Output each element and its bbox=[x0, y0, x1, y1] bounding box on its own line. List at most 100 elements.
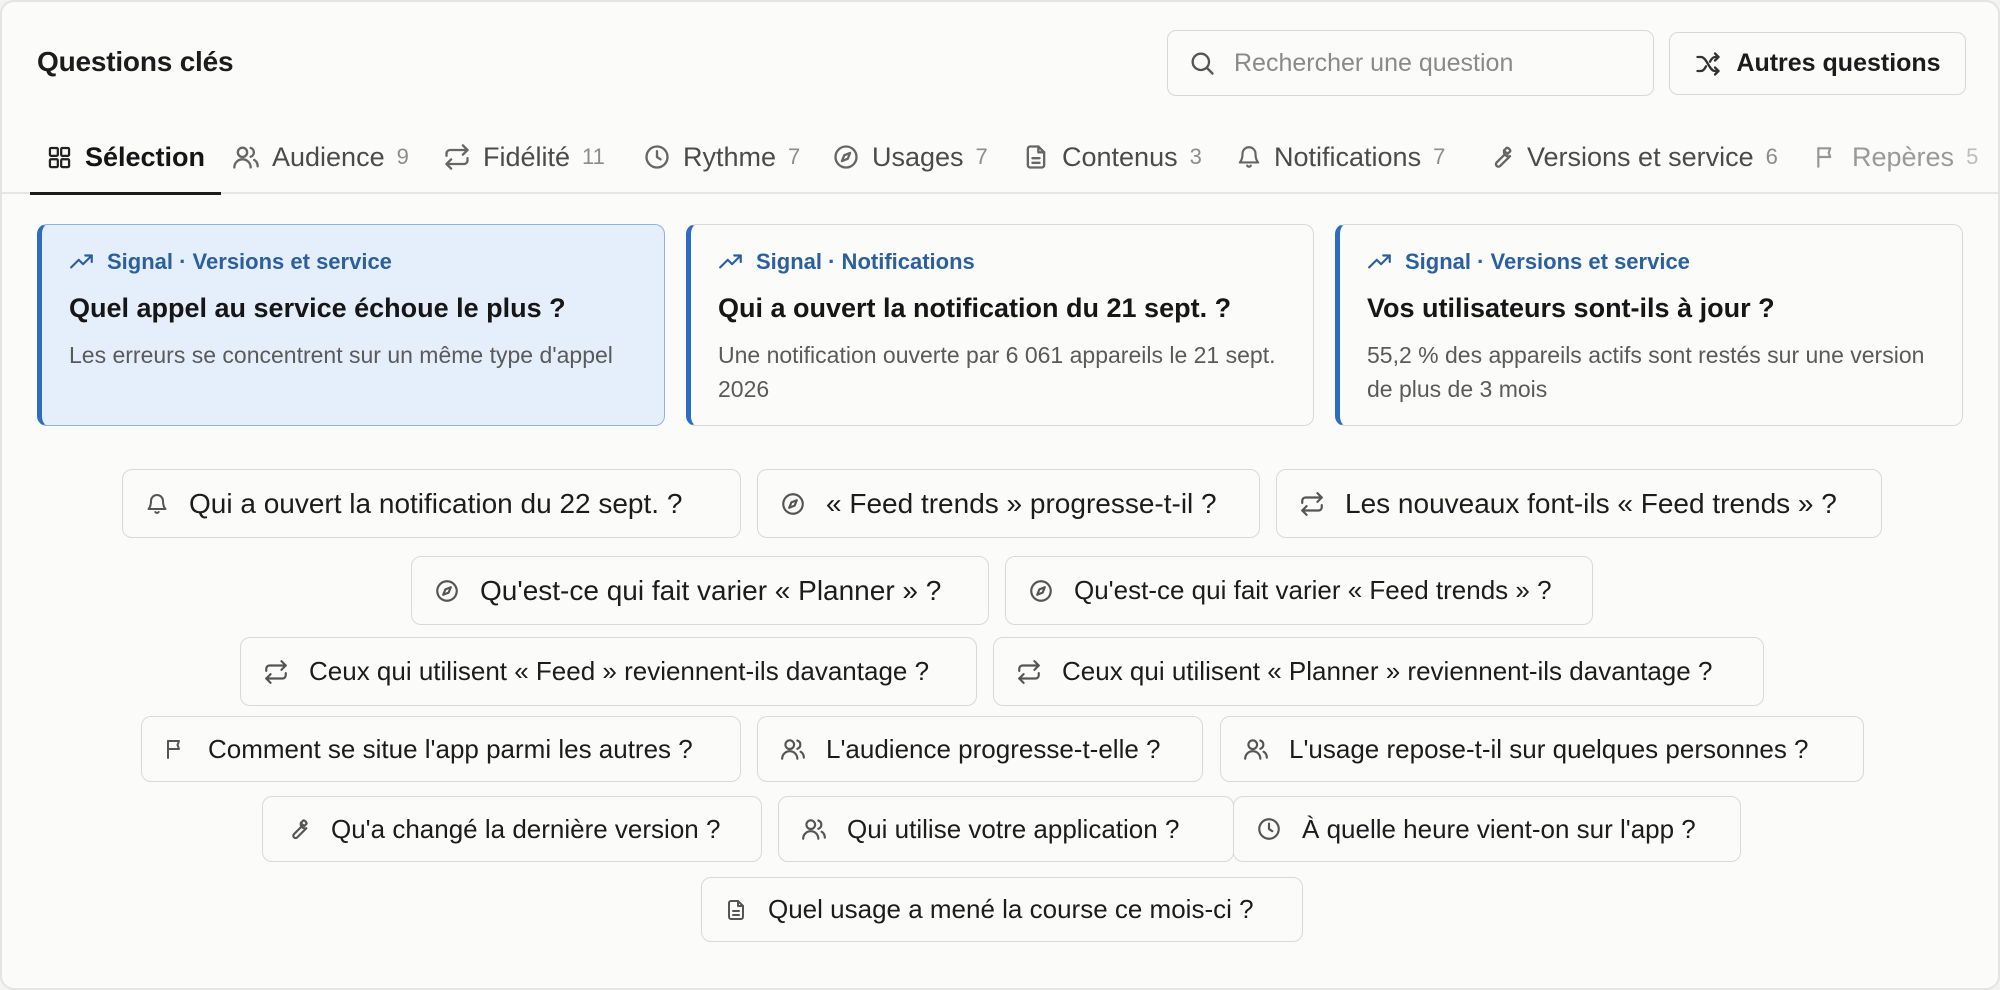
tab-notifications[interactable]: Notifications 7 bbox=[1236, 122, 1445, 192]
tab-count: 5 bbox=[1966, 144, 1979, 169]
question-label: « Feed trends » progresse-t-il ? bbox=[826, 487, 1217, 519]
search-input[interactable] bbox=[1234, 48, 1634, 78]
signal-card[interactable]: Signal · Versions et service Vos utilisa… bbox=[1335, 224, 1963, 426]
question-label: L'audience progresse-t-elle ? bbox=[826, 733, 1161, 764]
question-label: À quelle heure vient-on sur l'app ? bbox=[1302, 813, 1696, 844]
question-label: Comment se situe l'app parmi les autres … bbox=[208, 733, 693, 764]
tab-label: Usages bbox=[872, 141, 964, 172]
question-chip[interactable]: « Feed trends » progresse-t-il ? bbox=[757, 469, 1260, 538]
question-label: Ceux qui utilisent « Feed » reviennent-i… bbox=[309, 656, 930, 686]
repeat-icon bbox=[1018, 659, 1040, 684]
tab-count: 11 bbox=[582, 144, 605, 169]
tab-versions-service[interactable]: Versions et service 6 bbox=[1487, 122, 1778, 192]
tab-count: 7 bbox=[788, 144, 801, 169]
trending-up-icon bbox=[1368, 254, 1391, 269]
question-label: Quel usage a mené la course ce mois-ci ? bbox=[768, 894, 1254, 924]
signal-eyebrow-label: Signal · Notifications bbox=[756, 249, 975, 274]
question-chip[interactable]: Quel usage a mené la course ce mois-ci ? bbox=[701, 877, 1303, 942]
tab-audience[interactable]: Audience 9 bbox=[232, 122, 409, 192]
wrench-icon bbox=[292, 819, 308, 840]
more-questions-label: Autres questions bbox=[1736, 49, 1941, 77]
repeat-icon bbox=[445, 144, 469, 170]
tab-fidelite[interactable]: Fidélité 11 bbox=[443, 122, 605, 192]
question-chip[interactable]: Ceux qui utilisent « Planner » reviennen… bbox=[993, 637, 1764, 706]
trending-up-icon bbox=[719, 254, 742, 269]
tab-reperes[interactable]: Repères 5 bbox=[1814, 122, 1978, 192]
users-icon bbox=[233, 146, 259, 169]
repeat-icon bbox=[1301, 491, 1323, 516]
page-title: Questions clés bbox=[37, 46, 234, 77]
compass-icon bbox=[834, 145, 858, 169]
question-label: Qui utilise votre application ? bbox=[847, 813, 1180, 844]
tab-label: Contenus bbox=[1062, 141, 1178, 172]
signal-eyebrow-label: Signal · Versions et service bbox=[1405, 249, 1690, 274]
tab-rythme[interactable]: Rythme 7 bbox=[643, 122, 800, 192]
question-label: Qu'est-ce qui fait varier « Planner » ? bbox=[480, 574, 942, 606]
repeat-icon bbox=[265, 659, 287, 684]
question-chip[interactable]: Qu'est-ce qui fait varier « Feed trends … bbox=[1005, 556, 1593, 625]
panel-header: Questions clés Autres questions bbox=[2, 2, 1998, 122]
users-icon bbox=[802, 819, 826, 840]
more-questions-button[interactable]: Autres questions bbox=[1669, 32, 1966, 95]
question-chip[interactable]: Qui utilise votre application ? bbox=[778, 796, 1234, 862]
signal-heading: Quel appel au service échoue le plus ? bbox=[69, 293, 566, 323]
question-label: Les nouveaux font-ils « Feed trends » ? bbox=[1345, 487, 1837, 519]
trending-up-icon bbox=[70, 254, 93, 269]
tab-usages[interactable]: Usages 7 bbox=[832, 122, 988, 192]
users-icon bbox=[781, 739, 805, 760]
question-chip[interactable]: Qu'a changé la dernière version ? bbox=[262, 796, 762, 862]
question-chip[interactable]: Les nouveaux font-ils « Feed trends » ? bbox=[1276, 469, 1882, 538]
tab-label: Versions et service bbox=[1527, 141, 1754, 172]
key-questions-panel: Questions clés Autres questions Sélectio… bbox=[0, 0, 2000, 990]
signal-eyebrow: Signal · Versions et service bbox=[69, 249, 638, 275]
question-label: Qu'est-ce qui fait varier « Feed trends … bbox=[1074, 575, 1552, 605]
question-chip[interactable]: Qu'est-ce qui fait varier « Planner » ? bbox=[411, 556, 989, 625]
signal-description: 55,2 % des appareils actifs sont restés … bbox=[1367, 342, 1925, 402]
question-label: Qui a ouvert la notification du 22 sept.… bbox=[189, 487, 683, 519]
question-chip[interactable]: Comment se situe l'app parmi les autres … bbox=[141, 716, 741, 782]
signal-eyebrow: Signal · Versions et service bbox=[1367, 249, 1936, 275]
question-label: Qu'a changé la dernière version ? bbox=[331, 813, 721, 844]
question-chip[interactable]: L'audience progresse-t-elle ? bbox=[757, 716, 1203, 782]
tab-label: Sélection bbox=[85, 141, 206, 172]
question-label: L'usage repose-t-il sur quelques personn… bbox=[1289, 733, 1809, 764]
compass-icon bbox=[782, 492, 804, 515]
clock-icon bbox=[645, 145, 669, 169]
tab-label: Fidélité bbox=[483, 141, 571, 172]
tab-selection[interactable]: Sélection bbox=[29, 122, 222, 195]
tab-count: 7 bbox=[1433, 144, 1446, 169]
tab-count: 9 bbox=[396, 144, 409, 169]
signal-card[interactable]: Signal · Versions et service Quel appel … bbox=[37, 224, 665, 426]
shuffle-icon bbox=[1696, 51, 1721, 76]
signal-description: Les erreurs se concentrent sur un même t… bbox=[69, 342, 613, 368]
compass-icon bbox=[436, 579, 458, 602]
tab-count: 3 bbox=[1189, 144, 1202, 169]
tab-count: 6 bbox=[1765, 144, 1778, 169]
document-icon bbox=[1026, 145, 1046, 169]
signal-card[interactable]: Signal · Notifications Qui a ouvert la n… bbox=[686, 224, 1314, 426]
wrench-icon bbox=[1494, 146, 1512, 168]
signal-heading: Qui a ouvert la notification du 21 sept.… bbox=[718, 293, 1232, 323]
question-chip[interactable]: À quelle heure vient-on sur l'app ? bbox=[1233, 796, 1741, 862]
tab-count: 7 bbox=[975, 144, 988, 169]
document-icon bbox=[728, 899, 744, 920]
question-chip[interactable]: Qui a ouvert la notification du 22 sept.… bbox=[122, 469, 741, 538]
tab-label: Rythme bbox=[683, 141, 777, 172]
bell-icon bbox=[147, 493, 167, 514]
tab-label: Notifications bbox=[1274, 141, 1422, 172]
signal-description: Une notification ouverte par 6 061 appar… bbox=[718, 342, 1276, 402]
tab-label: Repères bbox=[1852, 141, 1955, 172]
signal-eyebrow: Signal · Notifications bbox=[718, 249, 1287, 275]
clock-icon bbox=[1258, 818, 1280, 840]
flag-icon bbox=[167, 740, 180, 759]
search-icon bbox=[1191, 52, 1214, 75]
bell-icon bbox=[1238, 146, 1260, 168]
tab-label: Audience bbox=[272, 141, 385, 172]
compass-icon bbox=[1030, 579, 1052, 602]
search-box[interactable] bbox=[1167, 30, 1654, 96]
signal-heading: Vos utilisateurs sont-ils à jour ? bbox=[1367, 293, 1775, 323]
question-chip[interactable]: Ceux qui utilisent « Feed » reviennent-i… bbox=[240, 637, 977, 706]
grid-icon bbox=[48, 146, 71, 168]
tab-contenus[interactable]: Contenus 3 bbox=[1022, 122, 1202, 192]
question-chip[interactable]: L'usage repose-t-il sur quelques personn… bbox=[1220, 716, 1864, 782]
